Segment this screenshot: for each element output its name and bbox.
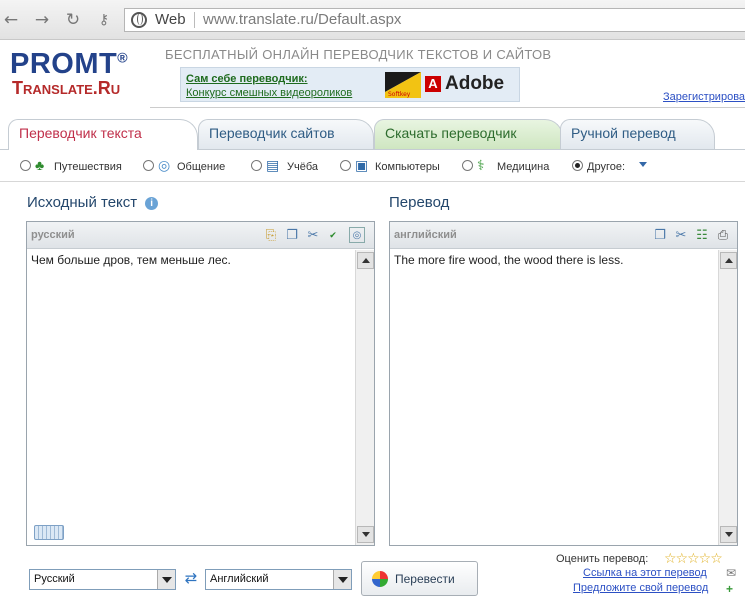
logo-registered-mark: ® (117, 49, 129, 66)
tagline: БЕСПЛАТНЫЙ ОНЛАЙН ПЕРЕВОДЧИК ТЕКСТОВ И С… (165, 47, 552, 62)
palm-tree-icon: ♣ (35, 157, 45, 173)
source-title: Исходный текст i (27, 194, 159, 211)
source-panel-header: русский ⎘ ❐ ✂ ✔ ◎ (27, 222, 374, 249)
rate-label: Оценить перевод: (556, 553, 649, 565)
cut-icon[interactable]: ✂ (305, 227, 321, 243)
web-label: Web (155, 11, 186, 28)
source-language-select[interactable]: Русский (29, 569, 176, 590)
chevron-down-icon[interactable] (333, 570, 351, 589)
tab-download-translator[interactable]: Скачать переводчик (374, 119, 563, 149)
print-icon[interactable]: ⎙ (715, 227, 731, 243)
plus-icon: + (726, 582, 734, 596)
spellcheck-icon[interactable]: ✔ (325, 227, 341, 243)
browser-toolbar: ← → ↻ ⚷ Web www.translate.ru/Default.asp… (0, 0, 745, 40)
target-title: Перевод (389, 194, 450, 211)
target-language-value: Английский (210, 573, 269, 585)
globe-icon (131, 12, 147, 28)
target-text[interactable]: The more fire wood, the wood there is le… (394, 253, 623, 267)
tab-text-translator[interactable]: Переводчик текста (8, 119, 198, 150)
paperclip-icon: ✉ (726, 566, 737, 580)
translate-icon (372, 571, 388, 587)
url-text[interactable]: www.translate.ru/Default.aspx (203, 9, 401, 31)
translate-button[interactable]: Перевести (361, 561, 478, 596)
topic-travel-label: Путешествия (54, 161, 122, 173)
copy-icon[interactable]: ❐ (652, 227, 668, 243)
radio-computers[interactable] (340, 160, 351, 171)
source-language-value: Русский (34, 573, 75, 585)
adobe-icon: A (425, 76, 441, 92)
radio-medicine[interactable] (462, 160, 473, 171)
back-icon[interactable]: ← (2, 11, 20, 29)
tab-site-translator[interactable]: Переводчик сайтов (198, 119, 374, 149)
topic-medicine-label: Медицина (497, 161, 550, 173)
topic-study-label: Учёба (287, 161, 319, 173)
scroll-down-icon (725, 532, 733, 537)
header-divider (150, 107, 745, 108)
chevron-down-icon[interactable] (157, 570, 175, 589)
topic-bar: ♣ Путешествия ◎ Общение ▤ Учёба ▣ Компью… (0, 150, 745, 182)
info-icon[interactable]: i (145, 197, 159, 210)
scroll-up-icon (725, 258, 733, 263)
monitor-icon: ▣ (355, 157, 369, 173)
dropdown-arrow-icon[interactable] (639, 162, 647, 167)
url-separator (194, 12, 195, 28)
rating-stars[interactable]: ☆☆☆☆☆ (664, 550, 723, 567)
adobe-logo: A Adobe (425, 73, 504, 95)
scroll-up-button[interactable] (720, 252, 737, 269)
add-to-dictionary-icon[interactable]: ☷ (694, 227, 710, 243)
target-lang-tag: английский (394, 229, 457, 241)
radio-communication[interactable] (143, 160, 154, 171)
register-link[interactable]: Зарегистрироваться (663, 91, 745, 103)
reload-icon[interactable]: ↻ (64, 11, 82, 29)
keyboard-icon[interactable] (34, 525, 64, 540)
target-language-select[interactable]: Английский (205, 569, 352, 590)
softkey-label: Softkey (388, 91, 411, 98)
target-scrollbar[interactable] (718, 250, 737, 545)
cut-icon[interactable]: ✂ (673, 227, 689, 243)
radio-travel[interactable] (20, 160, 31, 171)
logo-promt-text: PROMT (10, 48, 118, 80)
paste-icon[interactable]: ⎘ (263, 227, 279, 243)
address-bar[interactable]: Web www.translate.ru/Default.aspx (124, 8, 745, 32)
source-title-text: Исходный текст (27, 194, 138, 211)
logo-promt[interactable]: PROMT® (10, 48, 128, 81)
translate-button-label: Перевести (395, 572, 455, 586)
ad-title-link[interactable]: Сам себе переводчик: (186, 73, 308, 85)
softkey-logo: Softkey (385, 72, 421, 98)
source-scrollbar[interactable] (355, 250, 374, 545)
adobe-label: Adobe (445, 73, 505, 94)
medicine-bowl-icon: ⚕ (477, 157, 485, 173)
preview-icon[interactable]: ◎ (349, 227, 365, 243)
scroll-down-button[interactable] (357, 526, 374, 543)
topic-communication-label: Общение (177, 161, 226, 173)
ad-banner[interactable]: Сам себе переводчик: Конкурс смешных вид… (180, 67, 520, 102)
source-text[interactable]: Чем больше дров, тем меньше лес. (31, 253, 231, 267)
target-panel-header: английский ❐ ✂ ☷ ⎙ (390, 222, 737, 249)
chat-bubble-icon: ◎ (158, 157, 171, 173)
forward-icon[interactable]: → (33, 11, 51, 29)
scroll-down-button[interactable] (720, 526, 737, 543)
radio-study[interactable] (251, 160, 262, 171)
source-lang-tag: русский (31, 229, 75, 241)
scroll-down-icon (362, 532, 370, 537)
swap-languages-icon[interactable]: ⇄ (181, 570, 201, 588)
target-panel: английский ❐ ✂ ☷ ⎙ The more fire wood, t… (389, 221, 738, 546)
book-icon: ▤ (266, 157, 280, 173)
key-icon[interactable]: ⚷ (95, 11, 113, 29)
permalink-link[interactable]: Ссылка на этот перевод (583, 567, 707, 579)
scroll-up-icon (362, 258, 370, 263)
radio-other[interactable] (572, 160, 583, 171)
topic-computers-label: Компьютеры (375, 161, 440, 173)
ad-subtitle-link[interactable]: Конкурс смешных видеороликов (186, 87, 352, 99)
tab-manual-translation[interactable]: Ручной перевод (560, 119, 715, 149)
main-tabs: Переводчик текста Переводчик сайтов Скач… (8, 119, 745, 150)
logo-translate-ru[interactable]: Translate.Ru (12, 78, 120, 99)
topic-other-label: Другое: (587, 161, 626, 173)
copy-icon[interactable]: ❐ (284, 227, 300, 243)
source-panel: русский ⎘ ❐ ✂ ✔ ◎ Чем больше дров, тем м… (26, 221, 375, 546)
suggest-translation-link[interactable]: Предложите свой перевод (573, 582, 708, 594)
scroll-up-button[interactable] (357, 252, 374, 269)
